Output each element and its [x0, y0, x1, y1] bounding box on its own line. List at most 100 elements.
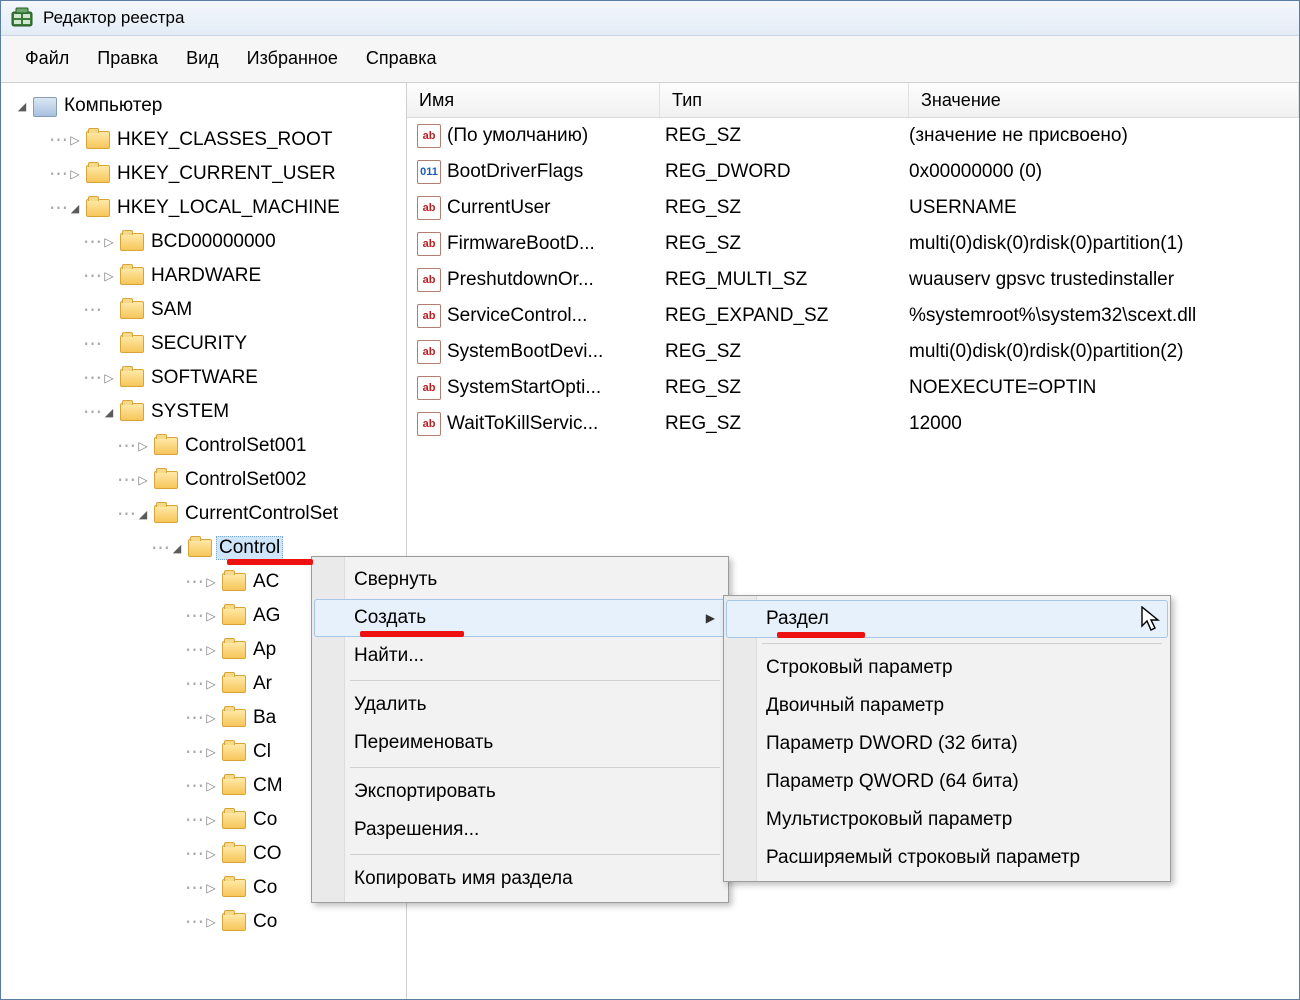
col-header-value[interactable]: Значение	[909, 83, 1299, 117]
context-menu-item[interactable]: Переименовать	[314, 724, 726, 762]
context-submenu-create[interactable]: РазделСтроковый параметрДвоичный парамет…	[723, 595, 1171, 882]
expand-icon[interactable]	[136, 439, 150, 453]
list-row[interactable]: abSystemBootDevi...REG_SZmulti(0)disk(0)…	[407, 334, 1299, 370]
list-row[interactable]: abFirmwareBootD...REG_SZmulti(0)disk(0)r…	[407, 226, 1299, 262]
tree-node[interactable]: ⋯SYSTEM	[5, 395, 406, 429]
value-type: REG_SZ	[655, 341, 899, 363]
expand-icon[interactable]	[204, 575, 218, 589]
expand-icon[interactable]	[204, 881, 218, 895]
context-menu-item-label: Параметр QWORD (64 бита)	[766, 771, 1019, 793]
expand-icon[interactable]	[204, 711, 218, 725]
tree-guide-icon: ⋯	[185, 741, 202, 764]
context-menu-item[interactable]: Найти...	[314, 637, 726, 675]
context-menu-item[interactable]: Параметр QWORD (64 бита)	[726, 763, 1168, 801]
tree-guide-icon: ⋯	[83, 401, 100, 424]
collapse-icon[interactable]	[15, 99, 29, 113]
col-header-type[interactable]: Тип	[660, 83, 909, 117]
tree-node[interactable]: ⋯Co	[5, 905, 406, 939]
string-value-icon: ab	[417, 268, 441, 292]
context-menu-item[interactable]: Удалить	[314, 686, 726, 724]
context-menu-item[interactable]: Экспортировать	[314, 773, 726, 811]
expand-icon[interactable]	[204, 609, 218, 623]
list-row[interactable]: ab(По умолчанию)REG_SZ(значение не присв…	[407, 118, 1299, 154]
tree-node[interactable]: ⋯ControlSet001	[5, 429, 406, 463]
list-row[interactable]: abWaitToKillServic...REG_SZ12000	[407, 406, 1299, 442]
expand-icon[interactable]	[204, 745, 218, 759]
list-row[interactable]: abPreshutdownOr...REG_MULTI_SZwuauserv g…	[407, 262, 1299, 298]
tree-node[interactable]: ⋯HKEY_LOCAL_MACHINE	[5, 191, 406, 225]
expand-icon[interactable]	[204, 779, 218, 793]
col-header-name[interactable]: Имя	[407, 83, 660, 117]
folder-icon	[86, 199, 108, 217]
menu-item-избранное[interactable]: Избранное	[233, 44, 352, 73]
folder-icon	[222, 845, 244, 863]
tree-node-label: ControlSet001	[182, 435, 309, 457]
expand-icon[interactable]	[102, 371, 116, 385]
expand-icon[interactable]	[136, 473, 150, 487]
tree-guide-icon: ⋯	[185, 605, 202, 628]
tree-node[interactable]: ⋯CurrentControlSet	[5, 497, 406, 531]
tree-node[interactable]: ⋯SOFTWARE	[5, 361, 406, 395]
collapse-icon[interactable]	[170, 541, 184, 555]
context-menu-item[interactable]: Параметр DWORD (32 бита)	[726, 725, 1168, 763]
expand-icon[interactable]	[68, 167, 82, 181]
expand-icon[interactable]	[68, 133, 82, 147]
expand-icon[interactable]	[102, 235, 116, 249]
binary-value-icon: 011	[417, 160, 441, 184]
context-menu-item[interactable]: Расширяемый строковый параметр	[726, 839, 1168, 877]
folder-icon	[120, 335, 142, 353]
context-menu-item[interactable]: Двоичный параметр	[726, 687, 1168, 725]
expand-icon[interactable]	[204, 643, 218, 657]
context-menu[interactable]: СвернутьСоздать▶Найти...УдалитьПереимено…	[311, 556, 729, 903]
tree-node-label: Ar	[250, 673, 275, 695]
list-row[interactable]: abServiceControl...REG_EXPAND_SZ%systemr…	[407, 298, 1299, 334]
menu-item-файл[interactable]: Файл	[11, 44, 83, 73]
tree-node[interactable]: ⋯BCD00000000	[5, 225, 406, 259]
tree-node-label: BCD00000000	[148, 231, 279, 253]
tree-node-label: AG	[250, 605, 283, 627]
collapse-icon[interactable]	[102, 405, 116, 419]
tree-node-label: SECURITY	[148, 333, 250, 355]
tree-guide-icon: ⋯	[83, 333, 100, 356]
menu-separator	[350, 767, 720, 768]
tree-node[interactable]: ⋯HARDWARE	[5, 259, 406, 293]
menu-item-справка[interactable]: Справка	[352, 44, 451, 73]
expand-icon[interactable]	[204, 677, 218, 691]
context-menu-item[interactable]: Свернуть	[314, 561, 726, 599]
list-row[interactable]: abSystemStartOpti...REG_SZ NOEXECUTE=OPT…	[407, 370, 1299, 406]
collapse-icon[interactable]	[68, 201, 82, 215]
expand-icon[interactable]	[204, 847, 218, 861]
menu-item-правка[interactable]: Правка	[83, 44, 172, 73]
tree-guide-icon: ⋯	[83, 299, 100, 322]
tree-node[interactable]: ⋯HKEY_CURRENT_USER	[5, 157, 406, 191]
folder-icon	[120, 403, 142, 421]
menu-bar: ФайлПравкаВидИзбранноеСправка	[1, 36, 1299, 83]
tree-node[interactable]: ⋯ SECURITY	[5, 327, 406, 361]
context-menu-item[interactable]: Мультистроковый параметр	[726, 801, 1168, 839]
value-data: wuauserv gpsvc trustedinstaller	[899, 269, 1299, 291]
expand-icon[interactable]	[102, 269, 116, 283]
expand-icon[interactable]	[204, 915, 218, 929]
tree-node-label: HKEY_LOCAL_MACHINE	[114, 197, 343, 219]
context-menu-item-label: Мультистроковый параметр	[766, 809, 1012, 831]
tree-node[interactable]: ⋯HKEY_CLASSES_ROOT	[5, 123, 406, 157]
tree-node[interactable]: ⋯SAM	[5, 293, 406, 327]
tree-node-label: HKEY_CLASSES_ROOT	[114, 129, 335, 151]
collapse-icon[interactable]	[136, 507, 150, 521]
menu-item-вид[interactable]: Вид	[172, 44, 233, 73]
context-menu-item[interactable]: Копировать имя раздела	[314, 860, 726, 898]
tree-node[interactable]: ⋯ ControlSet002	[5, 463, 406, 497]
tree-node[interactable]: Компьютер	[5, 89, 406, 123]
list-row[interactable]: 011BootDriverFlagsREG_DWORD0x00000000 (0…	[407, 154, 1299, 190]
expand-icon[interactable]	[204, 813, 218, 827]
list-row[interactable]: abCurrentUserREG_SZUSERNAME	[407, 190, 1299, 226]
value-type: REG_DWORD	[655, 161, 899, 183]
context-menu-item[interactable]: Разрешения...	[314, 811, 726, 849]
folder-icon	[222, 777, 244, 795]
tree-node-label: CurrentControlSet	[182, 503, 341, 525]
tree-guide-icon: ⋯	[117, 469, 134, 492]
tree-node-label: ControlSet002	[182, 469, 309, 491]
folder-icon	[222, 743, 244, 761]
folder-icon	[222, 573, 244, 591]
context-menu-item[interactable]: Строковый параметр	[726, 649, 1168, 687]
